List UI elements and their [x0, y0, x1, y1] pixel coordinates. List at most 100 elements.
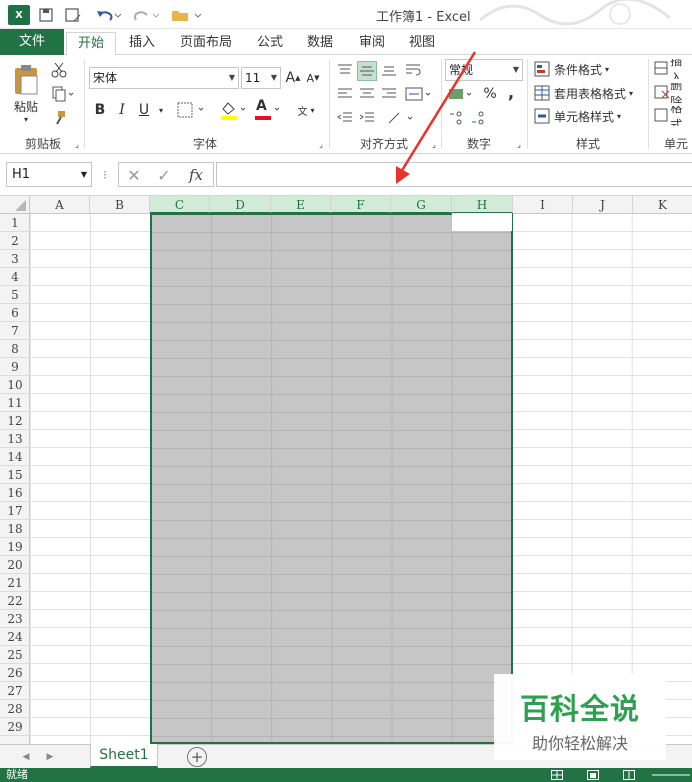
delete-cells-button[interactable]: 删除 [654, 83, 692, 103]
font-color-button[interactable]: A [252, 98, 284, 122]
underline-dropdown-icon[interactable]: ▾ [155, 100, 167, 120]
row-header[interactable]: 17 [0, 502, 30, 520]
more-options-icon[interactable]: ⁝ [100, 166, 110, 184]
row-header[interactable]: 2 [0, 232, 30, 250]
row-header[interactable]: 18 [0, 520, 30, 538]
scroll-left-icon[interactable]: ◀ [20, 749, 32, 765]
italic-button[interactable]: I [114, 100, 130, 120]
tab-review[interactable]: 审阅 [350, 32, 394, 54]
open-folder-icon[interactable] [170, 5, 204, 25]
bold-button[interactable]: B [92, 100, 108, 120]
number-format-dropdown[interactable]: 常规 ▼ [445, 59, 523, 81]
clipboard-launcher-icon[interactable]: ⌟ [72, 139, 82, 149]
row-header[interactable]: 21 [0, 574, 30, 592]
row-header[interactable]: 4 [0, 268, 30, 286]
format-as-table-button[interactable]: 套用表格格式 ▾ [534, 83, 646, 103]
add-sheet-icon[interactable]: + [187, 747, 207, 767]
zoom-slider[interactable] [652, 772, 690, 778]
align-center-icon[interactable] [358, 85, 376, 103]
formula-input[interactable] [216, 162, 692, 187]
tab-page-layout[interactable]: 页面布局 [172, 32, 240, 54]
increase-indent-icon[interactable] [358, 109, 376, 127]
row-header[interactable]: 29 [0, 718, 30, 736]
decrease-indent-icon[interactable] [336, 109, 354, 127]
column-header-e[interactable]: E [271, 196, 331, 214]
row-header[interactable]: 9 [0, 358, 30, 376]
row-header[interactable]: 28 [0, 700, 30, 718]
column-header-c[interactable]: C [150, 196, 210, 214]
conditional-format-button[interactable]: 条件格式 ▾ [534, 59, 644, 79]
undo-icon[interactable] [94, 5, 122, 25]
tab-insert[interactable]: 插入 [120, 32, 164, 54]
font-name-dropdown[interactable]: 宋体 ▼ [89, 67, 239, 89]
page-layout-view-icon[interactable] [586, 769, 600, 781]
row-header[interactable]: 25 [0, 646, 30, 664]
font-size-dropdown[interactable]: 11 ▼ [241, 67, 281, 89]
sheet-tab-sheet1[interactable]: Sheet1 [90, 744, 158, 768]
increase-decimal-icon[interactable] [448, 109, 466, 127]
row-header[interactable]: 16 [0, 484, 30, 502]
column-header-i[interactable]: I [513, 196, 573, 214]
align-middle-icon[interactable] [357, 61, 377, 81]
column-header-a[interactable]: A [30, 196, 90, 214]
row-header[interactable]: 15 [0, 466, 30, 484]
align-right-icon[interactable] [380, 85, 398, 103]
align-top-icon[interactable] [336, 61, 354, 79]
row-header[interactable]: 13 [0, 430, 30, 448]
row-header[interactable]: 5 [0, 286, 30, 304]
underline-button[interactable]: U [136, 100, 152, 120]
merge-center-icon[interactable] [404, 85, 434, 103]
row-header[interactable]: 7 [0, 322, 30, 340]
scroll-right-icon[interactable]: ▶ [44, 749, 56, 765]
row-header[interactable]: 22 [0, 592, 30, 610]
align-bottom-icon[interactable] [380, 61, 398, 79]
shrink-font-button[interactable]: A ▼ [305, 69, 321, 87]
fill-color-button[interactable] [218, 98, 250, 122]
name-box[interactable]: H1 ▼ [6, 162, 92, 187]
row-header[interactable]: 27 [0, 682, 30, 700]
borders-button[interactable] [176, 100, 208, 120]
alignment-launcher-icon[interactable]: ⌟ [429, 139, 439, 149]
redo-icon[interactable] [132, 5, 160, 25]
column-header-f[interactable]: F [331, 196, 391, 214]
row-header[interactable]: 11 [0, 394, 30, 412]
excel-app-icon[interactable]: X [8, 5, 30, 25]
column-header-d[interactable]: D [210, 196, 271, 214]
paste-button[interactable]: 粘贴 ▾ [8, 59, 44, 129]
font-launcher-icon[interactable]: ⌟ [316, 139, 326, 149]
phonetic-button[interactable]: 文 ▾ [292, 98, 320, 122]
column-header-j[interactable]: J [573, 196, 633, 214]
row-header[interactable]: 6 [0, 304, 30, 322]
copy-icon[interactable] [50, 85, 76, 103]
format-painter-icon[interactable] [50, 109, 68, 127]
column-header-g[interactable]: G [391, 196, 452, 214]
enter-icon[interactable]: ✓ [153, 164, 175, 186]
format-cells-button[interactable]: 格式 [654, 106, 692, 126]
save-icon[interactable] [38, 5, 54, 25]
row-header[interactable]: 14 [0, 448, 30, 466]
row-header[interactable]: 12 [0, 412, 30, 430]
row-header[interactable]: 10 [0, 376, 30, 394]
cut-icon[interactable] [50, 61, 68, 79]
orientation-icon[interactable] [386, 109, 416, 127]
insert-cells-button[interactable]: 插入 [654, 59, 692, 79]
tab-formulas[interactable]: 公式 [248, 32, 292, 54]
column-header-b[interactable]: B [90, 196, 150, 214]
comma-button[interactable]: , [505, 83, 517, 102]
insert-function-icon[interactable]: fx [183, 164, 209, 186]
cell-styles-button[interactable]: 单元格样式 ▾ [534, 106, 634, 126]
tab-view[interactable]: 视图 [400, 32, 444, 54]
wrap-text-icon[interactable] [404, 61, 424, 79]
row-header[interactable]: 20 [0, 556, 30, 574]
tab-file[interactable]: 文件 [0, 29, 64, 55]
selected-range[interactable] [150, 213, 513, 744]
tab-home[interactable]: 开始 [66, 32, 116, 56]
save-as-icon[interactable] [64, 5, 82, 25]
align-left-icon[interactable] [336, 85, 354, 103]
select-all-corner[interactable] [0, 196, 30, 214]
tab-data[interactable]: 数据 [298, 32, 342, 54]
row-header[interactable]: 24 [0, 628, 30, 646]
column-header-k[interactable]: K [633, 196, 692, 214]
grow-font-button[interactable]: A ▲ [285, 69, 301, 87]
row-header[interactable]: 19 [0, 538, 30, 556]
